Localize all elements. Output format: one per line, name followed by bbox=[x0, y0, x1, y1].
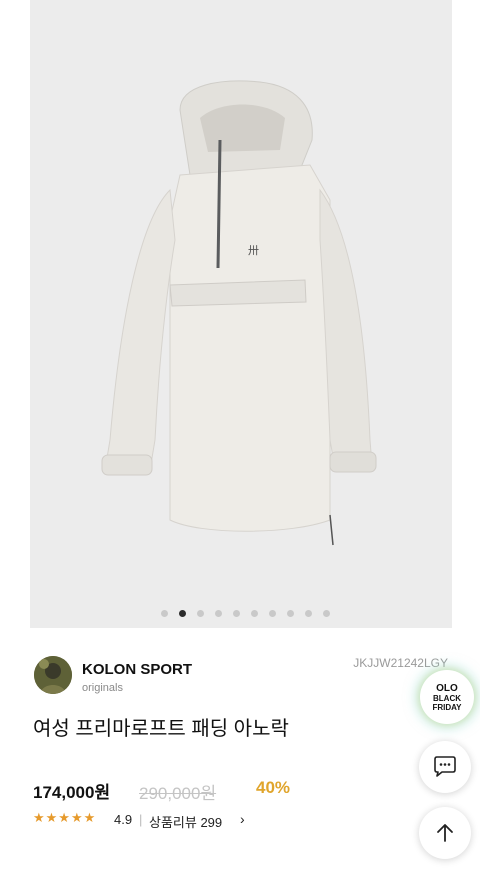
carousel-indicator bbox=[0, 608, 480, 618]
chat-button[interactable] bbox=[419, 741, 471, 793]
black-friday-badge[interactable]: OLO BLACK FRIDAY bbox=[420, 670, 474, 724]
chat-bubble-icon bbox=[434, 756, 456, 777]
carousel-dot[interactable] bbox=[233, 610, 240, 617]
reviews-link[interactable]: 상품리뷰 299 bbox=[149, 812, 222, 831]
brand-name[interactable]: KOLON SPORT bbox=[82, 661, 192, 678]
divider: | bbox=[139, 812, 143, 827]
avatar-image bbox=[34, 656, 72, 694]
product-sku: JKJJW21242LGY bbox=[353, 656, 448, 670]
original-price: 290,000원 bbox=[139, 784, 217, 803]
carousel-dot[interactable] bbox=[251, 610, 258, 617]
badge-line1: OLO bbox=[436, 682, 458, 694]
carousel-dot[interactable] bbox=[323, 610, 330, 617]
product-title: 여성 프리마로프트 패딩 아노락 bbox=[33, 718, 289, 740]
rating-value: 4.9 bbox=[114, 812, 133, 827]
arrow-up-icon bbox=[437, 824, 453, 842]
carousel-dot[interactable] bbox=[305, 610, 312, 617]
star-rating: ★★★★★ bbox=[33, 810, 97, 825]
carousel-dot[interactable] bbox=[161, 610, 168, 617]
carousel-dot[interactable] bbox=[179, 610, 186, 617]
badge-line3: FRIDAY bbox=[432, 702, 462, 712]
sale-price: 174,000원 bbox=[33, 783, 111, 802]
carousel-dot[interactable] bbox=[287, 610, 294, 617]
badge-line2: BLACK bbox=[433, 693, 461, 703]
product-image[interactable]: 卅 bbox=[30, 0, 452, 628]
discount-rate: 40% bbox=[256, 778, 291, 797]
jacket-image: 卅 bbox=[101, 80, 377, 546]
seller-avatar[interactable] bbox=[34, 656, 72, 694]
carousel-dot[interactable] bbox=[197, 610, 204, 617]
carousel-dot[interactable] bbox=[215, 610, 222, 617]
carousel-dot[interactable] bbox=[269, 610, 276, 617]
scroll-top-button[interactable] bbox=[419, 807, 471, 859]
svg-text:卅: 卅 bbox=[248, 244, 259, 257]
chevron-right-icon[interactable]: › bbox=[240, 811, 245, 827]
brand-sub: originals bbox=[82, 682, 123, 694]
